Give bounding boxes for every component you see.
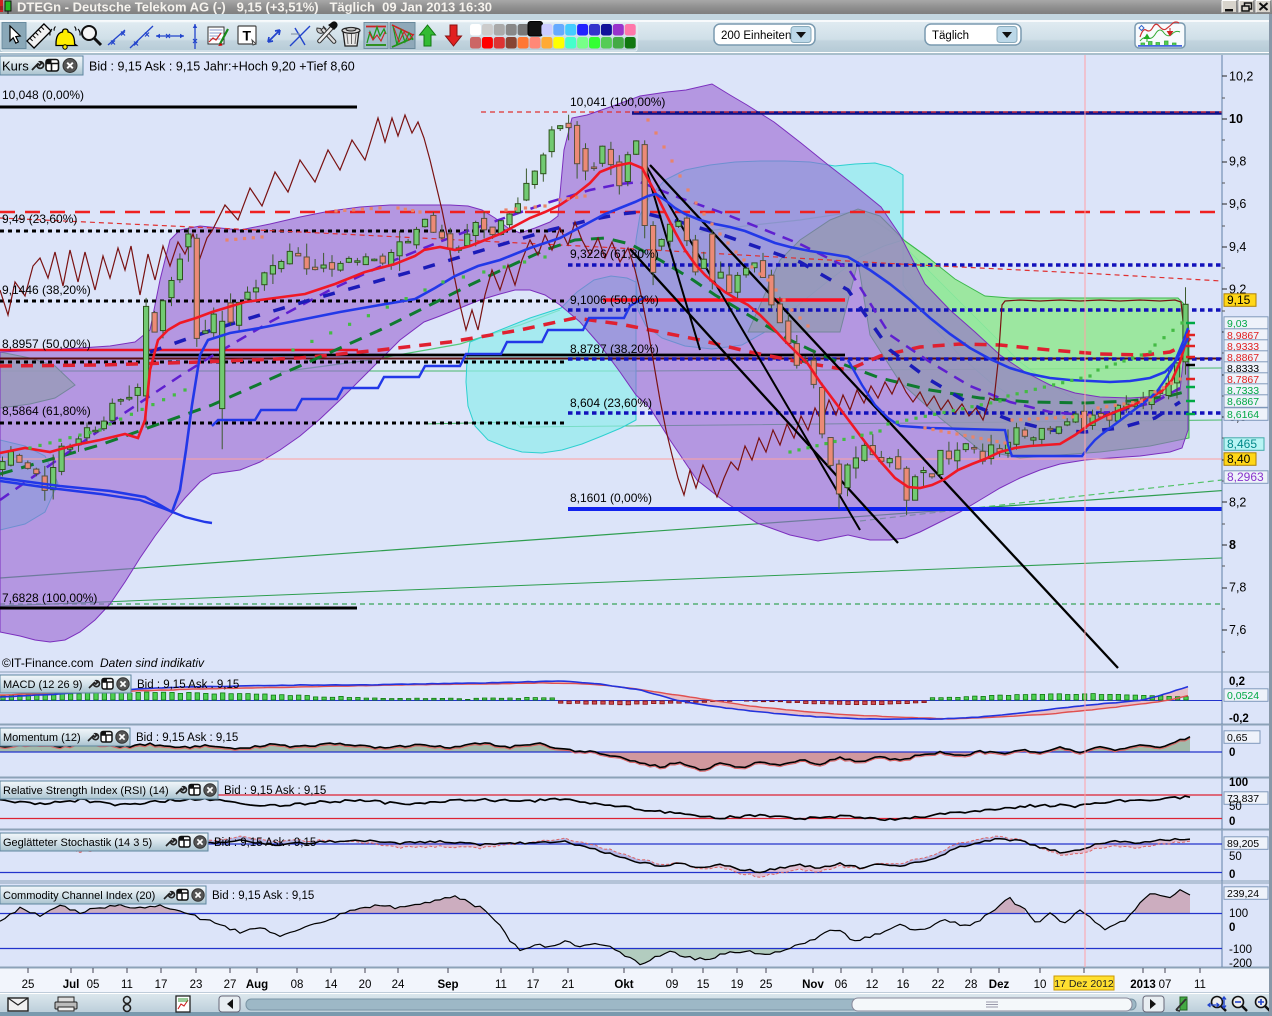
svg-text:10,048 (0,00%): 10,048 (0,00%) bbox=[2, 88, 84, 102]
svg-text:Bid : 9,15 Ask : 9,15: Bid : 9,15 Ask : 9,15 bbox=[214, 837, 316, 849]
svg-text:09: 09 bbox=[666, 979, 679, 991]
svg-text:12: 12 bbox=[866, 979, 879, 991]
svg-text:28: 28 bbox=[965, 979, 978, 991]
svg-text:9,03: 9,03 bbox=[1227, 318, 1248, 330]
svg-text:Bid : 9,15 Ask : 9,15 Jahr:+Ho: Bid : 9,15 Ask : 9,15 Jahr:+Hoch 9,20 +T… bbox=[89, 60, 355, 74]
svg-text:10: 10 bbox=[1229, 112, 1243, 126]
svg-text:10,041 (100,00%): 10,041 (100,00%) bbox=[570, 95, 665, 109]
svg-text:Okt: Okt bbox=[614, 979, 633, 991]
svg-text:11: 11 bbox=[495, 979, 507, 991]
svg-text:24: 24 bbox=[392, 979, 405, 991]
svg-text:50: 50 bbox=[1229, 801, 1242, 813]
svg-text:10,2: 10,2 bbox=[1229, 69, 1253, 83]
svg-text:8,2: 8,2 bbox=[1229, 495, 1246, 509]
svg-text:9,8: 9,8 bbox=[1229, 155, 1246, 169]
svg-text:0: 0 bbox=[1229, 922, 1235, 934]
svg-text:MACD (12 26 9): MACD (12 26 9) bbox=[3, 679, 82, 691]
svg-text:8,5864 (61,80%): 8,5864 (61,80%) bbox=[2, 404, 91, 418]
svg-text:100: 100 bbox=[1229, 777, 1248, 789]
svg-text:8,1601 (0,00%): 8,1601 (0,00%) bbox=[570, 491, 652, 505]
svg-text:11: 11 bbox=[121, 979, 133, 991]
svg-text:9,3226 (61,80%): 9,3226 (61,80%) bbox=[570, 247, 659, 261]
svg-text:0: 0 bbox=[1229, 869, 1235, 881]
svg-text:7,6828 (100,00%): 7,6828 (100,00%) bbox=[2, 591, 97, 605]
svg-text:Bid : 9,15 Ask : 9,15: Bid : 9,15 Ask : 9,15 bbox=[212, 890, 314, 902]
svg-text:Sep: Sep bbox=[437, 979, 458, 991]
svg-text:Bid : 9,15 Ask : 9,15: Bid : 9,15 Ask : 9,15 bbox=[224, 785, 326, 797]
svg-text:23: 23 bbox=[190, 979, 203, 991]
svg-text:Jul: Jul bbox=[63, 979, 80, 991]
svg-text:Dez: Dez bbox=[989, 979, 1010, 991]
svg-text:Nov: Nov bbox=[802, 979, 824, 991]
svg-text:21: 21 bbox=[562, 979, 575, 991]
svg-text:Daten sind indikativ: Daten sind indikativ bbox=[100, 656, 205, 670]
svg-text:10: 10 bbox=[1034, 979, 1047, 991]
svg-text:0,65: 0,65 bbox=[1227, 732, 1248, 744]
svg-text:0,2: 0,2 bbox=[1229, 676, 1245, 688]
svg-text:16: 16 bbox=[897, 979, 910, 991]
svg-text:25: 25 bbox=[22, 979, 35, 991]
svg-text:Geglätteter Stochastik (14 3 5: Geglätteter Stochastik (14 3 5) bbox=[3, 837, 152, 849]
svg-text:7,8: 7,8 bbox=[1229, 581, 1246, 595]
svg-text:Kurs: Kurs bbox=[2, 59, 29, 74]
svg-text:9,15: 9,15 bbox=[1227, 293, 1251, 307]
svg-text:8,6164: 8,6164 bbox=[1227, 409, 1259, 421]
svg-text:17: 17 bbox=[155, 979, 168, 991]
svg-text:Commodity Channel Index (20): Commodity Channel Index (20) bbox=[3, 890, 155, 902]
svg-text:©IT-Finance.com: ©IT-Finance.com bbox=[2, 656, 94, 670]
svg-text:8,465: 8,465 bbox=[1227, 437, 1257, 451]
svg-text:8,604 (23,60%): 8,604 (23,60%) bbox=[570, 396, 652, 410]
svg-text:8,40: 8,40 bbox=[1227, 452, 1251, 466]
svg-text:8,2963: 8,2963 bbox=[1227, 470, 1264, 484]
svg-text:8,8787 (38,20%): 8,8787 (38,20%) bbox=[570, 342, 659, 356]
svg-text:06: 06 bbox=[835, 979, 848, 991]
svg-text:8,8957 (50,00%): 8,8957 (50,00%) bbox=[2, 337, 91, 351]
svg-text:0: 0 bbox=[1229, 816, 1235, 828]
svg-text:T: T bbox=[243, 28, 252, 44]
svg-text:14: 14 bbox=[325, 979, 338, 991]
svg-text:Täglich: Täglich bbox=[932, 30, 969, 42]
svg-text:100: 100 bbox=[1229, 908, 1248, 920]
svg-text:0,0524: 0,0524 bbox=[1227, 690, 1259, 702]
svg-text:9,4: 9,4 bbox=[1229, 240, 1246, 254]
svg-text:20: 20 bbox=[359, 979, 372, 991]
svg-text:11: 11 bbox=[1194, 979, 1206, 991]
svg-text:8: 8 bbox=[1229, 538, 1236, 552]
svg-text:07: 07 bbox=[1159, 979, 1172, 991]
svg-text:9,49 (23,60%): 9,49 (23,60%) bbox=[2, 212, 77, 226]
svg-text:-0,2: -0,2 bbox=[1229, 713, 1249, 725]
svg-text:22: 22 bbox=[932, 979, 945, 991]
svg-text:Aug: Aug bbox=[246, 979, 268, 991]
svg-text:8,6867: 8,6867 bbox=[1227, 396, 1259, 408]
svg-text:Relative Strength Index (RSI): Relative Strength Index (RSI) (14) bbox=[3, 785, 169, 797]
svg-text:17: 17 bbox=[527, 979, 540, 991]
svg-text:239,24: 239,24 bbox=[1227, 888, 1259, 900]
svg-text:05: 05 bbox=[87, 979, 100, 991]
svg-text:0: 0 bbox=[1229, 747, 1235, 759]
svg-text:200 Einheiten: 200 Einheiten bbox=[721, 30, 791, 42]
svg-text:-100: -100 bbox=[1229, 944, 1252, 956]
svg-text:9,1446 (38,20%): 9,1446 (38,20%) bbox=[2, 283, 91, 297]
svg-text:25: 25 bbox=[760, 979, 773, 991]
svg-text:9,1006 (50,00%): 9,1006 (50,00%) bbox=[570, 293, 659, 307]
svg-text:08: 08 bbox=[291, 979, 304, 991]
svg-text:Bid : 9,15 Ask : 9,15: Bid : 9,15 Ask : 9,15 bbox=[137, 679, 239, 691]
svg-text:27: 27 bbox=[224, 979, 237, 991]
svg-text:89,205: 89,205 bbox=[1227, 838, 1259, 850]
svg-text:50: 50 bbox=[1229, 851, 1242, 863]
svg-text:2013: 2013 bbox=[1130, 979, 1156, 991]
svg-text:Bid : 9,15 Ask : 9,15: Bid : 9,15 Ask : 9,15 bbox=[136, 732, 238, 744]
svg-text:17 Dez 2012: 17 Dez 2012 bbox=[1054, 978, 1114, 990]
svg-text:19: 19 bbox=[731, 979, 744, 991]
svg-text:15: 15 bbox=[697, 979, 710, 991]
svg-text:7,6: 7,6 bbox=[1229, 623, 1246, 637]
svg-text:9,6: 9,6 bbox=[1229, 197, 1246, 211]
svg-text:Momentum (12): Momentum (12) bbox=[3, 732, 81, 744]
svg-text:DTEGn - Deutsche Telekom AG (-: DTEGn - Deutsche Telekom AG (-) 9,15 (+3… bbox=[17, 0, 492, 15]
